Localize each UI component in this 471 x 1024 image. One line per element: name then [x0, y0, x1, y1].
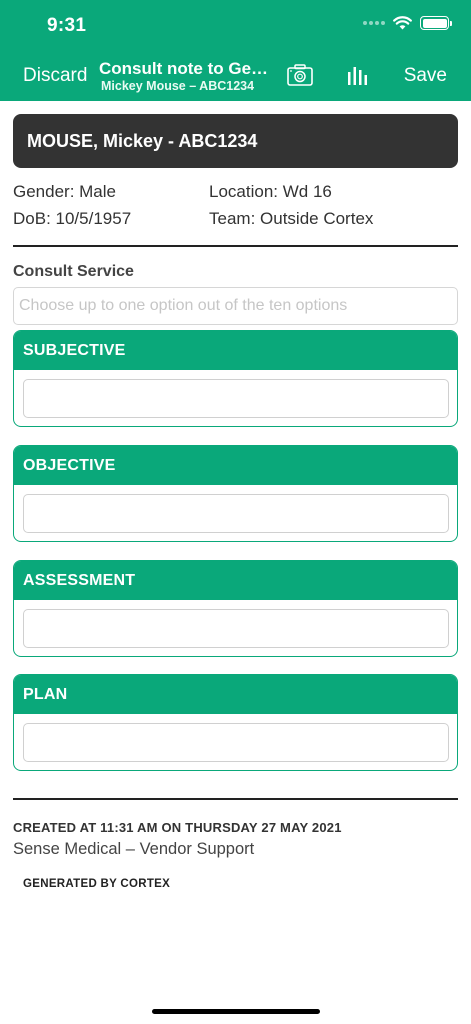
- home-indicator[interactable]: [152, 1009, 320, 1014]
- section-plan: PLAN: [13, 674, 458, 771]
- wifi-icon: [393, 16, 412, 30]
- section-title: OBJECTIVE: [14, 446, 457, 485]
- generated-by-label: GENERATED BY CORTEX: [23, 878, 171, 890]
- section-assessment: ASSESSMENT: [13, 560, 458, 657]
- camera-icon[interactable]: [287, 64, 313, 86]
- divider: [13, 245, 458, 247]
- section-title: PLAN: [14, 675, 457, 714]
- consult-service-label: Consult Service: [13, 263, 134, 280]
- top-header: 9:31 Discard Consult note to Gen... Mick…: [0, 0, 471, 101]
- patient-location: Location: Wd 16: [209, 182, 332, 201]
- save-button[interactable]: Save: [404, 65, 447, 87]
- cellular-signal-icon: [363, 21, 385, 25]
- section-subjective: SUBJECTIVE: [13, 330, 458, 427]
- status-time: 9:31: [47, 15, 87, 36]
- discard-button[interactable]: Discard: [23, 65, 87, 87]
- vendor-support-text: Sense Medical – Vendor Support: [13, 840, 255, 858]
- patient-banner: MOUSE, Mickey - ABC1234: [13, 114, 458, 168]
- subjective-input[interactable]: [23, 379, 449, 418]
- created-timestamp: CREATED AT 11:31 AM ON THURSDAY 27 MAY 2…: [13, 820, 342, 835]
- status-icons: [363, 16, 452, 30]
- section-title: SUBJECTIVE: [14, 331, 457, 370]
- battery-icon: [420, 16, 452, 30]
- divider: [13, 798, 458, 800]
- chart-icon[interactable]: [347, 65, 369, 85]
- patient-gender: Gender: Male: [13, 182, 116, 201]
- patient-dob: DoB: 10/5/1957: [13, 209, 132, 228]
- nav-subtitle: Mickey Mouse – ABC1234: [101, 79, 255, 93]
- section-title: ASSESSMENT: [14, 561, 457, 600]
- objective-input[interactable]: [23, 494, 449, 533]
- nav-title: Consult note to Gen...: [99, 59, 274, 78]
- section-objective: OBJECTIVE: [13, 445, 458, 542]
- consult-service-select[interactable]: Choose up to one option out of the ten o…: [13, 287, 458, 325]
- patient-team: Team: Outside Cortex: [209, 209, 374, 228]
- plan-input[interactable]: [23, 723, 449, 762]
- assessment-input[interactable]: [23, 609, 449, 648]
